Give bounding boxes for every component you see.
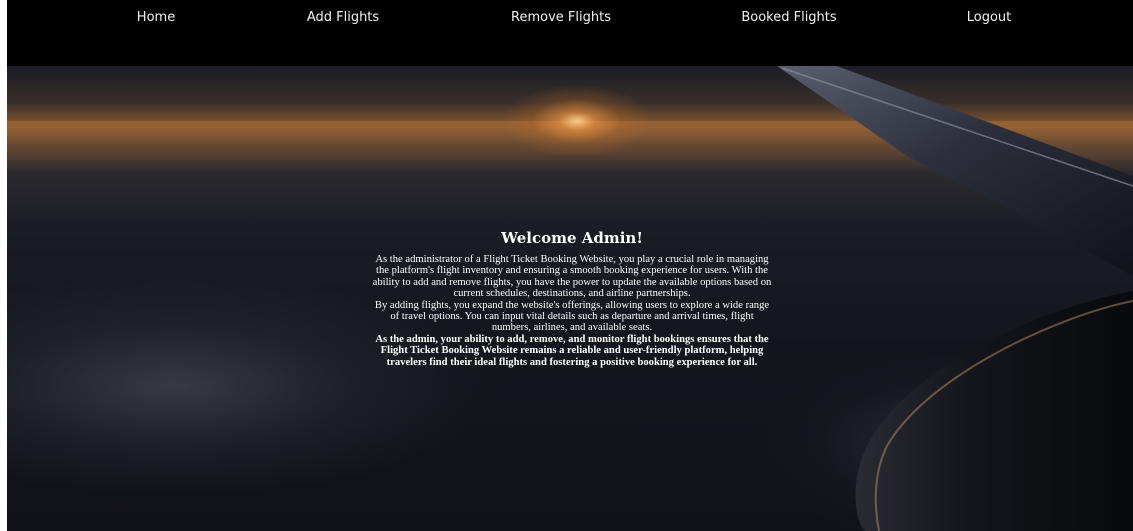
nav-link-remove-flights[interactable]: Remove Flights — [511, 9, 611, 27]
add-flights-paragraph: By adding flights, you expand the websit… — [374, 299, 770, 334]
intro-paragraph: As the administrator of a Flight Ticket … — [372, 254, 772, 300]
engine-shape — [855, 291, 1133, 531]
top-navbar: Home Add Flights Remove Flights Booked F… — [7, 0, 1133, 66]
nav-link-booked-flights[interactable]: Booked Flights — [741, 9, 836, 27]
welcome-content: Welcome Admin! As the administrator of a… — [371, 228, 773, 368]
nav-link-logout[interactable]: Logout — [967, 9, 1012, 27]
admin-summary-paragraph: As the admin, your ability to add, remov… — [375, 333, 769, 368]
hero-background-image: Welcome Admin! As the administrator of a… — [7, 66, 1133, 531]
wing-shape — [777, 66, 1133, 276]
nav-link-add-flights[interactable]: Add Flights — [307, 9, 379, 27]
page-title: Welcome Admin! — [501, 229, 643, 247]
page: Home Add Flights Remove Flights Booked F… — [0, 0, 1133, 531]
nav-link-home[interactable]: Home — [137, 9, 175, 27]
